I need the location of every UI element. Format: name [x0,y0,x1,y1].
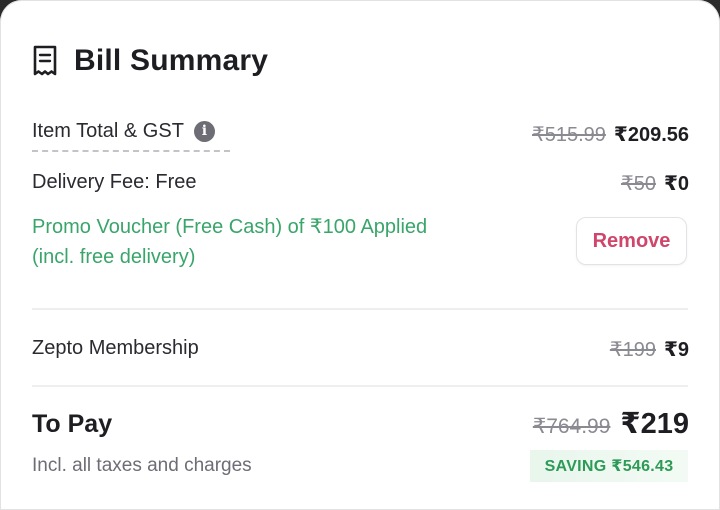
promo-line-2: (incl. free delivery) [32,246,196,268]
to-pay-original: ₹764.99 [532,415,611,438]
remove-promo-button[interactable]: Remove [576,217,687,265]
receipt-icon [32,45,58,77]
delivery-fee-original: ₹50 [620,173,656,195]
bill-summary-header: Bill Summary [32,44,268,78]
page-title: Bill Summary [74,44,269,77]
membership-original: ₹199 [609,339,656,361]
item-total-original: ₹515.99 [532,124,606,146]
item-total-label: Item Total & GST [32,120,184,142]
to-pay-subtext: Incl. all taxes and charges [32,455,252,476]
membership-final: ₹9 [663,339,689,361]
delivery-fee-label: Delivery Fee: Free [32,171,197,193]
info-icon[interactable]: i [193,121,215,142]
promo-voucher-text: Promo Voucher (Free Cash) of ₹100 Applie… [32,212,427,272]
membership-label: Zepto Membership [32,337,199,359]
promo-line-1: Promo Voucher (Free Cash) of ₹100 Applie… [32,216,428,238]
item-total-row[interactable]: Item Total & GST i [32,120,215,143]
divider [32,385,688,387]
item-total-final: ₹209.56 [613,124,689,146]
divider [32,308,688,310]
to-pay-amounts: ₹764.99 ₹219 [533,406,689,441]
membership-amounts: ₹199 ₹9 [610,337,689,362]
delivery-fee-final: ₹0 [663,173,689,195]
bill-summary-card: Bill Summary Item Total & GST i ₹515.99 ₹… [0,0,720,510]
to-pay-final: ₹219 [620,408,689,440]
dashed-underline [32,150,230,152]
saving-badge: SAVING ₹546.43 [530,450,688,482]
item-total-amounts: ₹515.99 ₹209.56 [532,122,689,147]
delivery-fee-amounts: ₹50 ₹0 [621,171,689,196]
to-pay-label: To Pay [32,410,113,438]
